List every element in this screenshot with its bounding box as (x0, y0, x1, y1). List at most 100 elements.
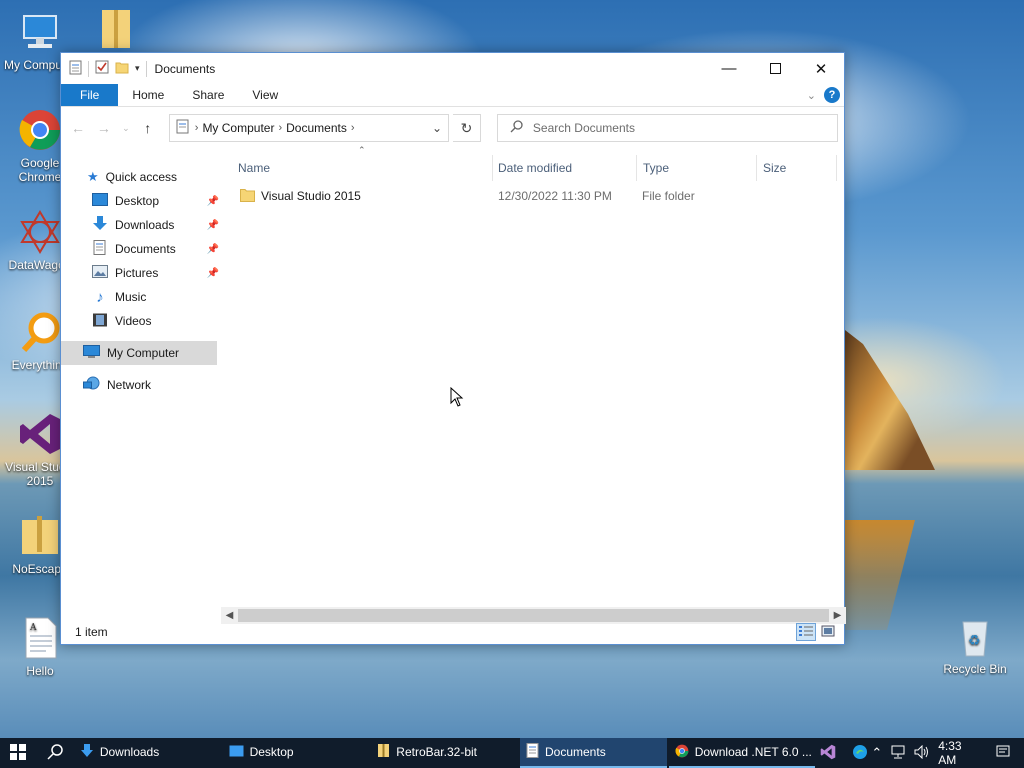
pin-icon[interactable]: 📌 (207, 196, 219, 207)
pin-icon[interactable]: 📌 (207, 220, 219, 231)
recycle-bin-icon: ♻ (953, 614, 997, 658)
taskbar-visual-studio[interactable] (817, 742, 839, 764)
chevron-down-icon: ⌄ (122, 122, 130, 133)
nav-item-documents[interactable]: Documents 📌 (61, 237, 221, 261)
taskbar-search-button[interactable] (36, 738, 74, 768)
table-row[interactable]: Visual Studio 2015 12/30/2022 11:30 PM F… (221, 185, 844, 207)
help-icon[interactable]: ? (824, 87, 840, 103)
nav-item-videos[interactable]: Videos (61, 309, 221, 333)
explorer-window: ▾ Documents — ✕ File Home Share View ⌄ ?… (60, 52, 846, 645)
network-icon[interactable] (890, 745, 906, 762)
tab-file[interactable]: File (61, 84, 119, 106)
item-count: 1 item (75, 625, 108, 639)
pin-icon[interactable]: 📌 (207, 268, 219, 279)
breadcrumb-chevron-icon[interactable]: › (278, 122, 282, 134)
system-tray: ⌃ 4:33 AM (871, 739, 1024, 767)
nav-item-downloads[interactable]: Downloads 📌 (61, 213, 221, 237)
expand-ribbon-chevron-icon[interactable]: ⌄ (807, 89, 816, 102)
edge-icon (852, 744, 868, 763)
desktop-icon (92, 193, 108, 209)
recent-locations-button[interactable]: ⌄ (119, 117, 133, 139)
file-type-cell: File folder (642, 189, 695, 203)
status-bar: 1 item (61, 620, 844, 644)
forward-button[interactable]: → (93, 117, 115, 139)
breadcrumb-documents[interactable]: Documents (286, 121, 347, 135)
pictures-icon (92, 265, 108, 281)
new-folder-icon[interactable] (115, 60, 129, 77)
search-icon (510, 120, 523, 136)
nav-item-music[interactable]: ♪ Music (61, 285, 221, 309)
nav-item-desktop[interactable]: Desktop 📌 (61, 189, 221, 213)
documents-location-icon (176, 119, 189, 137)
properties-icon[interactable] (69, 60, 82, 78)
maximize-button[interactable] (752, 53, 798, 84)
navigation-pane: ★ Quick access Desktop 📌 Downloads 📌 Doc… (61, 149, 221, 623)
magnifier-icon (18, 310, 62, 354)
desktop-icon-recycle-bin[interactable]: ♻ Recycle Bin (935, 614, 1015, 676)
refresh-icon: ↻ (460, 119, 473, 136)
arrow-left-icon: ← (70, 120, 85, 136)
clock[interactable]: 4:33 AM (938, 739, 982, 767)
minimize-button[interactable]: — (706, 53, 752, 84)
visual-studio-icon (18, 412, 62, 456)
close-button[interactable]: ✕ (798, 53, 844, 84)
taskbar-edge[interactable] (849, 742, 871, 764)
zip-folder-icon (94, 6, 138, 50)
nav-item-pictures[interactable]: Pictures 📌 (61, 261, 221, 285)
column-header-date-modified[interactable]: Date modified (493, 155, 637, 181)
nav-quick-access[interactable]: ★ Quick access (61, 165, 221, 189)
text-document-icon: A (18, 616, 62, 660)
large-icons-view-button[interactable] (818, 623, 838, 641)
pin-icon[interactable]: 📌 (207, 244, 219, 255)
large-icons-view-icon (821, 625, 835, 640)
wallpaper-reflection (845, 520, 915, 630)
breadcrumb-my-computer[interactable]: My Computer (202, 121, 274, 135)
tab-home[interactable]: Home (118, 84, 178, 106)
checkmark-icon[interactable] (95, 60, 109, 77)
column-header-type[interactable]: Type (637, 155, 757, 181)
desktop-icon-zip-top[interactable] (76, 6, 156, 54)
breadcrumb-chevron-icon[interactable]: › (195, 122, 199, 134)
nav-network[interactable]: Network (61, 373, 221, 397)
search-box[interactable] (496, 114, 838, 142)
tab-share[interactable]: Share (178, 84, 238, 106)
start-button[interactable] (0, 738, 36, 768)
wallpaper-cliff (845, 330, 935, 470)
tab-view[interactable]: View (238, 84, 292, 106)
nav-my-computer[interactable]: My Computer (61, 341, 217, 365)
file-date-cell: 12/30/2022 11:30 PM (498, 189, 612, 203)
taskbar-app-downloads[interactable]: Downloads (74, 738, 221, 768)
film-strip-icon (92, 313, 108, 330)
address-bar[interactable]: › My Computer › Documents › ⌄ (168, 114, 449, 142)
back-button[interactable]: ← (67, 117, 89, 139)
download-arrow-icon (92, 216, 108, 234)
search-icon (47, 743, 63, 763)
chevron-up-icon[interactable]: ⌃ (871, 745, 882, 761)
taskbar-app-documents[interactable]: Documents (520, 738, 667, 768)
details-view-button[interactable] (796, 623, 816, 641)
taskbar-app-chrome[interactable]: Download .NET 6.0 ... (668, 738, 816, 768)
taskbar-app-retrobar[interactable]: RetroBar.32-bit (371, 738, 518, 768)
arrow-right-icon: → (96, 120, 111, 136)
documents-icon (92, 240, 108, 258)
address-dropdown-chevron-icon[interactable]: ⌄ (426, 121, 448, 135)
datawagon-icon (18, 210, 62, 254)
search-input[interactable] (532, 121, 813, 135)
volume-icon[interactable] (914, 744, 930, 762)
visual-studio-icon (820, 744, 836, 763)
notifications-icon[interactable] (996, 745, 1010, 762)
caption-buttons: — ✕ (706, 53, 844, 84)
minimize-icon: — (721, 60, 737, 77)
folder-icon (240, 188, 255, 205)
up-button[interactable]: ↑ (137, 117, 159, 139)
file-name-cell: Visual Studio 2015 (221, 188, 498, 205)
column-header-name[interactable]: Name (221, 155, 493, 181)
toolbar-separator (88, 60, 89, 77)
breadcrumb-chevron-icon[interactable]: › (351, 122, 355, 134)
refresh-button[interactable]: ↻ (453, 114, 481, 142)
customize-toolbar-chevron-icon[interactable]: ▾ (135, 63, 140, 74)
column-header-size[interactable]: Size (757, 155, 837, 181)
taskbar-app-desktop[interactable]: Desktop (223, 738, 370, 768)
windows-logo-icon (9, 743, 26, 763)
details-view-icon (799, 625, 813, 640)
